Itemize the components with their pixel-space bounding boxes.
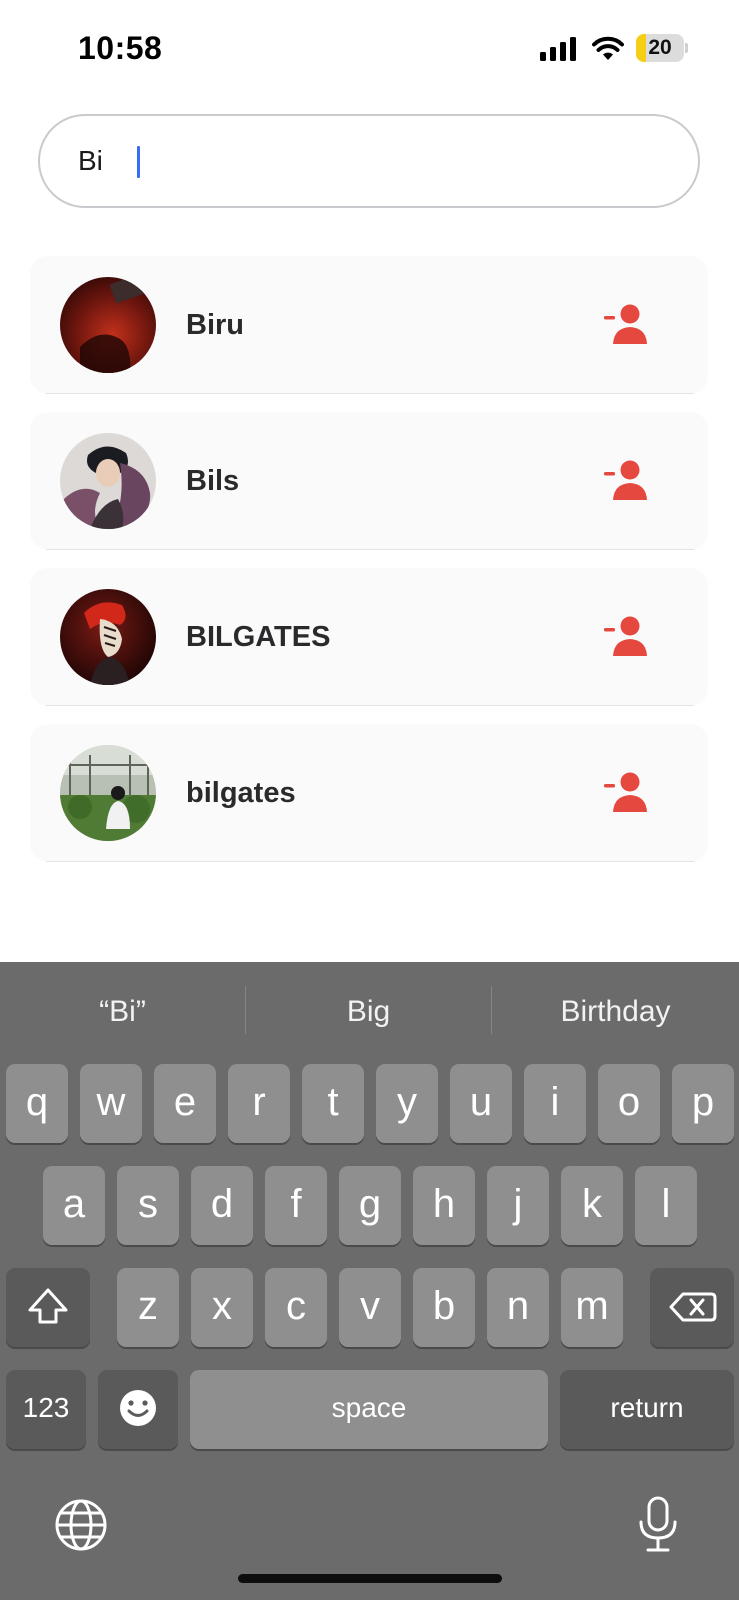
- key-p[interactable]: p: [672, 1064, 734, 1143]
- remove-user-button[interactable]: [602, 456, 652, 506]
- key-g[interactable]: g: [339, 1166, 401, 1245]
- remove-user-icon: [604, 460, 647, 500]
- suggestion-1[interactable]: “Bi”: [0, 962, 245, 1062]
- battery-body: 20: [636, 34, 684, 62]
- shift-icon: [28, 1288, 68, 1324]
- return-key[interactable]: return: [560, 1370, 734, 1449]
- result-username[interactable]: bilgates: [186, 724, 296, 862]
- key-f[interactable]: f: [265, 1166, 327, 1245]
- remove-user-icon: [604, 772, 647, 812]
- backspace-icon: [669, 1292, 717, 1322]
- key-j[interactable]: j: [487, 1166, 549, 1245]
- key-b[interactable]: b: [413, 1268, 475, 1347]
- result-username[interactable]: BILGATES: [186, 568, 330, 706]
- result-username[interactable]: Bils: [186, 412, 239, 550]
- key-v[interactable]: v: [339, 1268, 401, 1347]
- result-item-bils[interactable]: Bils: [30, 412, 708, 550]
- key-k[interactable]: k: [561, 1166, 623, 1245]
- avatar[interactable]: [60, 745, 156, 841]
- key-d[interactable]: d: [191, 1166, 253, 1245]
- battery-nub: [685, 43, 688, 53]
- key-e[interactable]: e: [154, 1064, 216, 1143]
- home-indicator[interactable]: [238, 1574, 502, 1583]
- key-y[interactable]: y: [376, 1064, 438, 1143]
- key-n[interactable]: n: [487, 1268, 549, 1347]
- battery-indicator: 20: [636, 34, 688, 62]
- search-input[interactable]: [78, 116, 658, 206]
- key-t[interactable]: t: [302, 1064, 364, 1143]
- delete-key[interactable]: [650, 1268, 734, 1347]
- key-h[interactable]: h: [413, 1166, 475, 1245]
- remove-user-icon: [604, 616, 647, 656]
- key-o[interactable]: o: [598, 1064, 660, 1143]
- battery-level: 20: [648, 36, 672, 59]
- suggestion-2[interactable]: Big: [246, 962, 491, 1062]
- key-s[interactable]: s: [117, 1166, 179, 1245]
- key-i[interactable]: i: [524, 1064, 586, 1143]
- key-c[interactable]: c: [265, 1268, 327, 1347]
- search-field[interactable]: [38, 114, 700, 208]
- avatar[interactable]: [60, 277, 156, 373]
- key-l[interactable]: l: [635, 1166, 697, 1245]
- keyboard-suggestions: “Bi” Big Birthday: [0, 962, 739, 1062]
- space-key[interactable]: space: [190, 1370, 548, 1449]
- result-item-bilgates-upper[interactable]: BILGATES: [30, 568, 708, 706]
- microphone-icon[interactable]: [636, 1494, 680, 1554]
- remove-user-button[interactable]: [602, 768, 652, 818]
- key-m[interactable]: m: [561, 1268, 623, 1347]
- key-q[interactable]: q: [6, 1064, 68, 1143]
- key-u[interactable]: u: [450, 1064, 512, 1143]
- remove-user-button[interactable]: [602, 300, 652, 350]
- avatar[interactable]: [60, 589, 156, 685]
- key-x[interactable]: x: [191, 1268, 253, 1347]
- shift-key[interactable]: [6, 1268, 90, 1347]
- cellular-signal-icon: [540, 37, 576, 61]
- remove-user-button[interactable]: [602, 612, 652, 662]
- keyboard: “Bi” Big Birthday q w e r t y u i o p a …: [0, 962, 739, 1600]
- result-username[interactable]: Biru: [186, 256, 244, 394]
- key-z[interactable]: z: [117, 1268, 179, 1347]
- remove-user-icon: [604, 304, 647, 344]
- key-a[interactable]: a: [43, 1166, 105, 1245]
- key-r[interactable]: r: [228, 1064, 290, 1143]
- key-w[interactable]: w: [80, 1064, 142, 1143]
- result-item-bilgates-lower[interactable]: bilgates: [30, 724, 708, 862]
- emoji-icon: [120, 1390, 156, 1426]
- suggestion-3[interactable]: Birthday: [492, 962, 739, 1062]
- status-time: 10:58: [78, 30, 163, 66]
- numbers-key[interactable]: 123: [6, 1370, 86, 1449]
- wifi-icon: [592, 36, 624, 60]
- result-item-biru[interactable]: Biru: [30, 256, 708, 394]
- search-results-list: Biru Bils BILGATES bilgates: [30, 256, 708, 880]
- status-bar: 10:58 20: [0, 0, 739, 100]
- avatar[interactable]: [60, 433, 156, 529]
- emoji-key[interactable]: [98, 1370, 178, 1449]
- text-caret: [137, 146, 140, 178]
- globe-icon[interactable]: [54, 1498, 108, 1552]
